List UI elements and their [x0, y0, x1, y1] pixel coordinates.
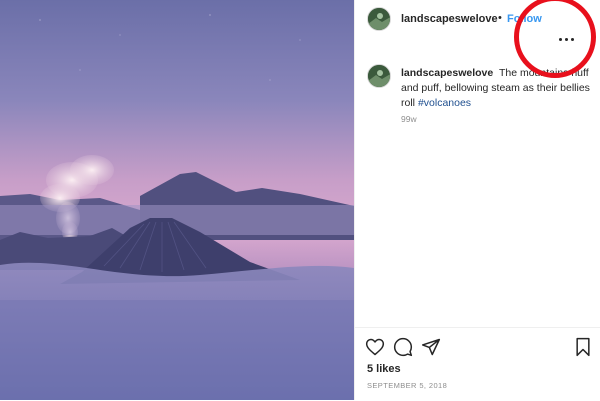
post-side-panel: landscapeswelove • Follow landscapeswelo…: [354, 0, 600, 400]
volcano-landscape-image: [0, 0, 354, 400]
more-options-icon[interactable]: [559, 37, 575, 43]
post-photo[interactable]: [0, 0, 354, 400]
heart-icon[interactable]: [365, 337, 385, 357]
header-username[interactable]: landscapeswelove: [401, 13, 498, 25]
separator-dot: •: [498, 12, 502, 24]
caption-age: 99w: [401, 114, 417, 124]
follow-button[interactable]: Follow: [507, 13, 542, 25]
avatar[interactable]: [367, 7, 391, 31]
instagram-post: landscapeswelove • Follow landscapeswelo…: [0, 0, 600, 400]
hashtag-link[interactable]: #volcanoes: [418, 97, 471, 109]
share-icon[interactable]: [421, 337, 441, 357]
likes-count[interactable]: 5 likes: [367, 363, 401, 375]
bookmark-icon[interactable]: [573, 337, 593, 357]
post-footer: 5 likes SEPTEMBER 5, 2018: [355, 327, 600, 401]
post-header: landscapeswelove • Follow: [355, 0, 600, 40]
caption-username[interactable]: landscapeswelove: [401, 67, 493, 79]
caption-text: landscapeswelove The mountains huff and …: [401, 66, 591, 111]
caption-avatar[interactable]: [367, 64, 391, 88]
post-date[interactable]: SEPTEMBER 5, 2018: [367, 381, 447, 390]
comment-icon[interactable]: [393, 337, 413, 357]
